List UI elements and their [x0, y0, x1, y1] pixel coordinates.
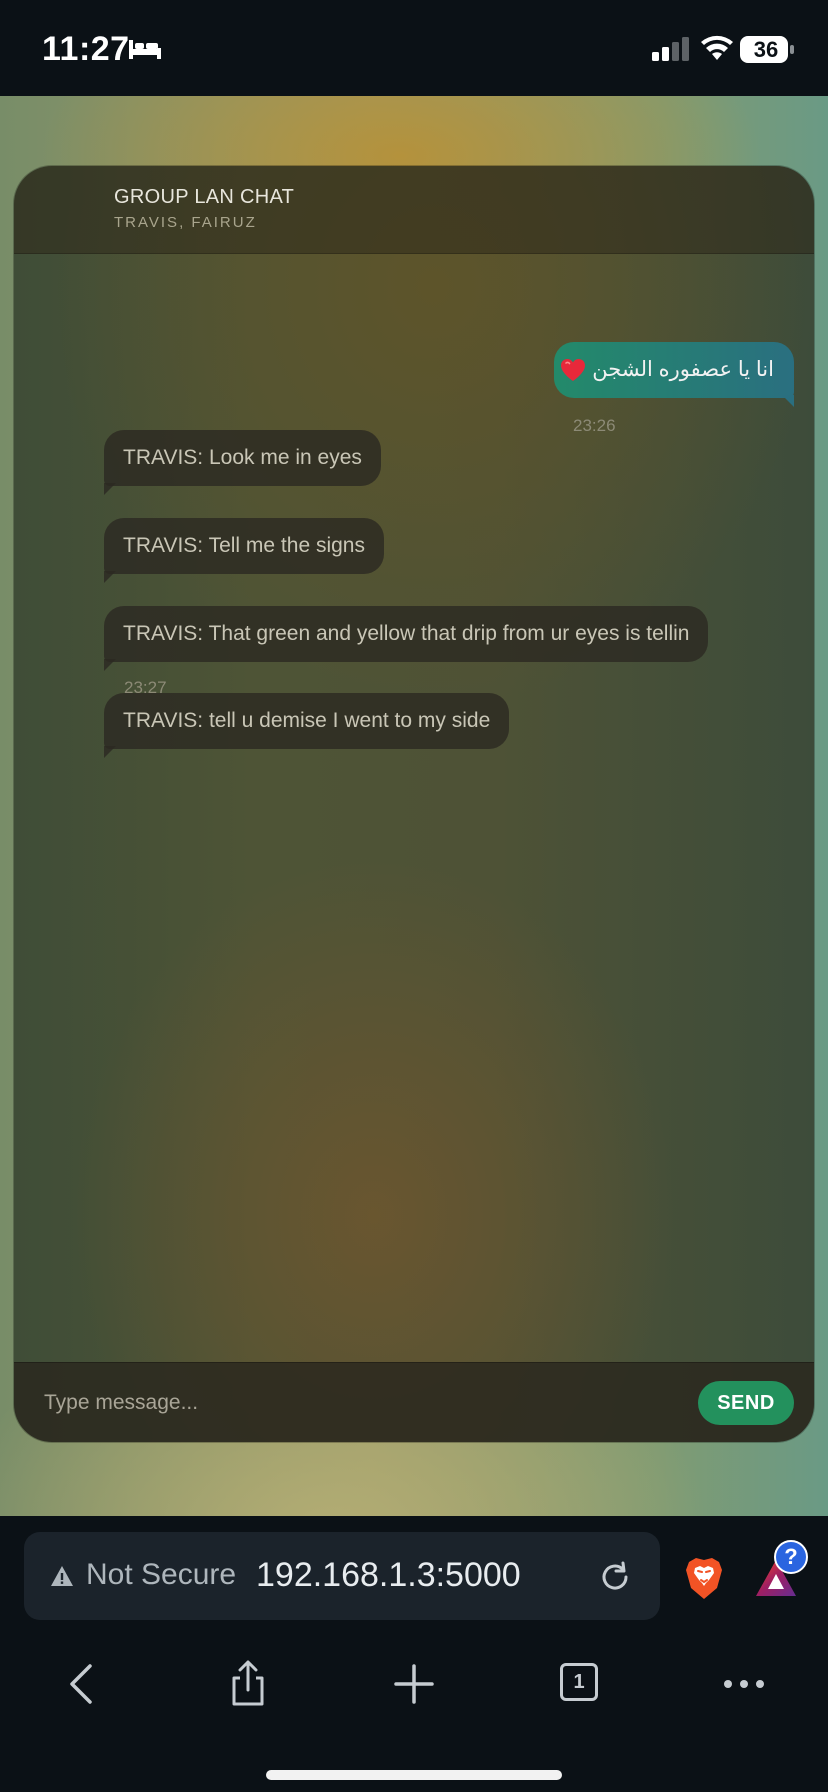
- heart-icon: [561, 359, 586, 382]
- chat-window: GROUP LAN CHAT TRAVIS, FAIRUZ انا يا عصف…: [14, 166, 814, 1442]
- chat-header: GROUP LAN CHAT TRAVIS, FAIRUZ: [14, 166, 814, 254]
- cellular-signal-icon: [652, 37, 689, 61]
- security-label: Not Secure: [86, 1558, 237, 1591]
- home-indicator: [266, 1770, 562, 1780]
- brave-shields-icon[interactable]: [684, 1556, 724, 1600]
- new-tab-icon[interactable]: [388, 1658, 440, 1710]
- wifi-icon: [701, 35, 733, 60]
- share-icon[interactable]: [222, 1658, 274, 1710]
- message-incoming[interactable]: TRAVIS: tell u demise I went to my side: [104, 693, 510, 758]
- more-icon[interactable]: [718, 1658, 770, 1710]
- chat-participants: TRAVIS, FAIRUZ: [114, 214, 257, 231]
- message-text: انا يا عصفوره الشجن: [592, 358, 774, 381]
- status-bar: 11:27 36: [0, 0, 828, 96]
- clock: 11:27: [42, 30, 130, 68]
- message-input[interactable]: [34, 1379, 674, 1427]
- message-outgoing[interactable]: انا يا عصفوره الشجن: [554, 342, 794, 407]
- battery-percentage: 36: [753, 37, 779, 62]
- send-button[interactable]: SEND: [698, 1381, 794, 1425]
- browser-chrome: Not Secure 192.168.1.3:5000 ? 1: [0, 1516, 828, 1792]
- address-bar[interactable]: Not Secure 192.168.1.3:5000: [24, 1532, 660, 1620]
- warning-icon: [51, 1566, 73, 1586]
- message-incoming[interactable]: TRAVIS: That green and yellow that drip …: [104, 606, 709, 671]
- tabs-button[interactable]: 1: [560, 1663, 598, 1701]
- chat-title: GROUP LAN CHAT: [114, 186, 295, 208]
- rewards-badge: ?: [774, 1540, 808, 1574]
- message-timestamp: 23:26: [573, 416, 616, 435]
- bed-icon: [129, 40, 161, 59]
- web-page: GROUP LAN CHAT TRAVIS, FAIRUZ انا يا عصف…: [0, 96, 828, 1516]
- reload-icon[interactable]: [598, 1560, 632, 1594]
- back-icon[interactable]: [56, 1658, 108, 1710]
- message-composer: SEND: [14, 1362, 814, 1442]
- message-incoming[interactable]: TRAVIS: Look me in eyes: [104, 430, 381, 495]
- screen: 11:27 36 GROUP LAN CHAT TRAVIS, FAIRUZ ا…: [0, 0, 828, 1792]
- url-text: 192.168.1.3:5000: [256, 1556, 521, 1594]
- message-incoming[interactable]: TRAVIS: Tell me the signs: [104, 518, 384, 583]
